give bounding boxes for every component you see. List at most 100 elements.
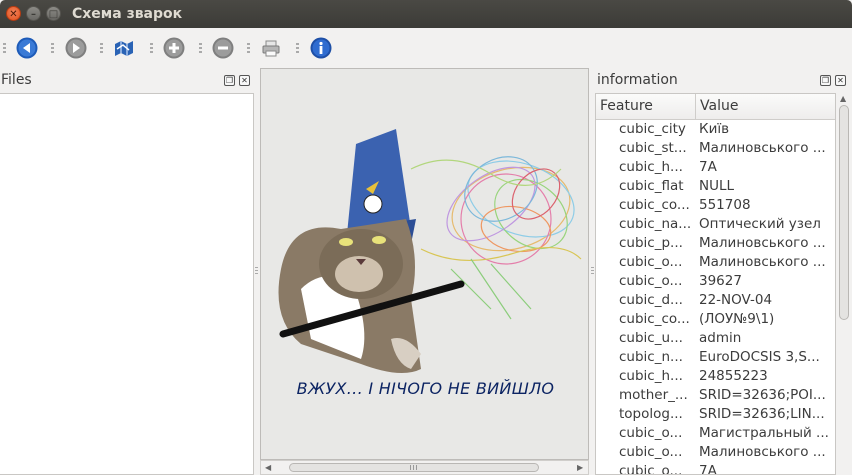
table-row[interactable]: cubic_o... Малиновського ... <box>596 253 835 272</box>
splitter-handle[interactable] <box>591 267 594 275</box>
splitter-handle[interactable] <box>255 267 258 275</box>
table-row[interactable]: cubic_h... 24855223 <box>596 367 835 386</box>
table-row[interactable]: cubic_st... Малиновського ... <box>596 139 835 158</box>
close-panel-button[interactable]: ✕ <box>835 75 846 86</box>
table-row[interactable]: cubic_o... 39627 <box>596 272 835 291</box>
value-cell: EuroDOCSIS 3,S... <box>699 349 820 365</box>
table-row[interactable]: cubic_n... EuroDOCSIS 3,S... <box>596 348 835 367</box>
meme-picture <box>278 129 582 373</box>
horizontal-scrollbar[interactable]: ◀ ▶ <box>260 460 589 475</box>
toolbar-grip[interactable] <box>199 43 202 53</box>
plus-circle-icon <box>163 37 185 59</box>
value-cell: 7А <box>699 463 717 475</box>
feature-cell: cubic_o... <box>619 425 683 441</box>
maximize-window-button[interactable]: □ <box>46 6 61 21</box>
feature-cell: cubic_h... <box>619 159 683 175</box>
column-header-value[interactable]: Value <box>700 98 738 114</box>
table-row[interactable]: cubic_co... 551708 <box>596 196 835 215</box>
toolbar-grip[interactable] <box>51 43 54 53</box>
map-button[interactable] <box>113 37 135 59</box>
feature-cell: cubic_city <box>619 121 686 137</box>
feature-cell: topolog... <box>619 406 683 422</box>
toolbar-grip[interactable] <box>3 43 6 53</box>
table-row[interactable]: cubic_u... admin <box>596 329 835 348</box>
table-row[interactable]: cubic_flat NULL <box>596 177 835 196</box>
toolbar-grip[interactable] <box>247 43 250 53</box>
feature-cell: cubic_na... <box>619 216 691 232</box>
value-cell: Малиновського ... <box>699 444 826 460</box>
table-row[interactable]: mother_... SRID=32636;POI... <box>596 386 835 405</box>
meme-caption: ВЖУХ... І НІЧОГО НЕ ВИЙШЛО <box>296 379 555 398</box>
feature-cell: cubic_co... <box>619 197 690 213</box>
scroll-up-icon[interactable]: ▲ <box>840 94 846 103</box>
forward-button[interactable] <box>65 37 87 59</box>
value-cell: 22-NOV-04 <box>699 292 773 308</box>
feature-cell: cubic_o... <box>619 463 683 475</box>
value-cell: Малиновського ... <box>699 254 826 270</box>
table-row[interactable]: cubic_co... (ЛОУ№9\1) <box>596 310 835 329</box>
feature-cell: mother_... <box>619 387 688 403</box>
horizontal-scroll-thumb[interactable] <box>289 463 539 472</box>
table-row[interactable]: cubic_o... Малиновського ... <box>596 443 835 462</box>
value-cell: Оптический узел <box>699 216 821 232</box>
value-cell: SRID=32636;POI... <box>699 387 826 403</box>
table-row[interactable]: cubic_na... Оптический узел <box>596 215 835 234</box>
files-panel-title: Files <box>1 72 32 88</box>
minimize-window-button[interactable]: – <box>26 6 41 21</box>
app-window: ✕ – □ Схема зварок Files ❐ ✕ ВЖУХ... І Н… <box>0 0 852 475</box>
info-panel-title: information <box>597 72 678 88</box>
feature-cell: cubic_o... <box>619 254 683 270</box>
arrow-left-icon <box>16 37 38 59</box>
scroll-right-icon[interactable]: ▶ <box>577 463 583 472</box>
table-row[interactable]: cubic_p... Малиновського ... <box>596 234 835 253</box>
files-panel-controls: ❐ ✕ <box>224 75 250 86</box>
info-button[interactable] <box>310 37 332 59</box>
table-row[interactable]: topolog... SRID=32636;LIN... <box>596 405 835 424</box>
table-row[interactable]: cubic_o... Магистральный ... <box>596 424 835 443</box>
feature-cell: cubic_flat <box>619 178 684 194</box>
feature-cell: cubic_co... <box>619 311 690 327</box>
feature-cell: cubic_o... <box>619 273 683 289</box>
print-button[interactable] <box>260 37 282 59</box>
info-panel-controls: ❐ ✕ <box>820 75 846 86</box>
close-window-button[interactable]: ✕ <box>6 6 21 21</box>
title-bar: ✕ – □ Схема зварок <box>0 0 852 28</box>
value-cell: Київ <box>699 121 730 137</box>
value-cell: admin <box>699 330 742 346</box>
feature-cell: cubic_d... <box>619 292 683 308</box>
toolbar-grip[interactable] <box>296 43 299 53</box>
back-button[interactable] <box>16 37 38 59</box>
vertical-scrollbar[interactable]: ▲ <box>837 93 852 475</box>
minus-circle-icon <box>212 37 234 59</box>
feature-cell: cubic_o... <box>619 444 683 460</box>
vertical-scroll-thumb[interactable] <box>839 105 849 320</box>
table-row[interactable]: cubic_h... 7А <box>596 158 835 177</box>
value-cell: Малиновського ... <box>699 140 826 156</box>
value-cell: Малиновського ... <box>699 235 826 251</box>
value-cell: 7А <box>699 159 717 175</box>
files-list[interactable] <box>0 93 254 475</box>
printer-icon <box>262 40 280 57</box>
value-cell: 39627 <box>699 273 742 289</box>
close-panel-button[interactable]: ✕ <box>239 75 250 86</box>
table-row[interactable]: cubic_city Київ <box>596 120 835 139</box>
table-body: cubic_city Київ cubic_st... Малиновського .… <box>596 120 835 475</box>
image-view[interactable]: ВЖУХ... І НІЧОГО НЕ ВИЙШЛО <box>260 68 589 460</box>
map-icon <box>115 41 133 56</box>
zoom-in-button[interactable] <box>163 37 185 59</box>
main-toolbar <box>0 28 852 67</box>
float-panel-button[interactable]: ❐ <box>224 75 235 86</box>
value-cell: 24855223 <box>699 368 768 384</box>
toolbar-grip[interactable] <box>150 43 153 53</box>
zoom-out-button[interactable] <box>212 37 234 59</box>
toolbar-grip[interactable] <box>100 43 103 53</box>
value-cell: SRID=32636;LIN... <box>699 406 825 422</box>
float-panel-button[interactable]: ❐ <box>820 75 831 86</box>
table-row[interactable]: cubic_d... 22-NOV-04 <box>596 291 835 310</box>
column-divider[interactable] <box>695 94 696 120</box>
scroll-left-icon[interactable]: ◀ <box>265 463 271 472</box>
feature-cell: cubic_p... <box>619 235 683 251</box>
table-row[interactable]: cubic_o... 7А <box>596 462 835 475</box>
value-cell: NULL <box>699 178 735 194</box>
column-header-feature[interactable]: Feature <box>600 98 653 114</box>
